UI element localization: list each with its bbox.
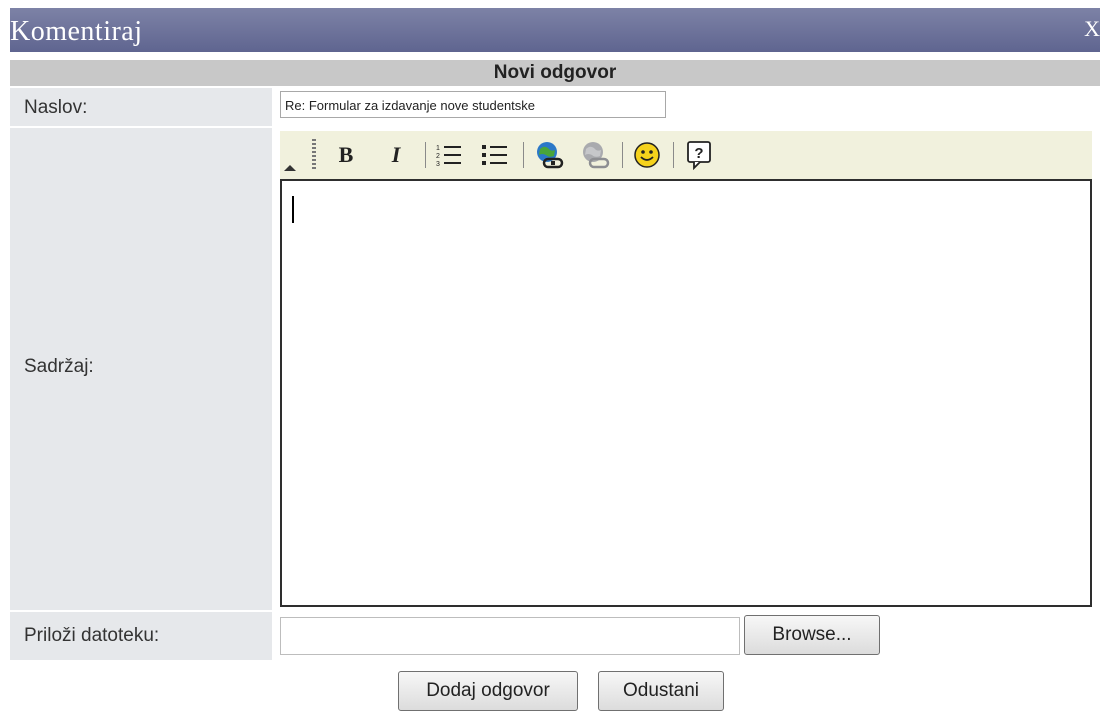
insert-link-icon bbox=[537, 142, 564, 169]
insert-link-button[interactable] bbox=[532, 140, 566, 170]
close-button[interactable]: X bbox=[1084, 16, 1100, 42]
svg-text:1: 1 bbox=[436, 145, 440, 152]
svg-text:3: 3 bbox=[436, 161, 440, 168]
prilozi-label: Priloži datoteku: bbox=[24, 625, 160, 646]
naslov-input[interactable]: Re: Formular za izdavanje nove studentsk… bbox=[280, 91, 666, 118]
toolbar-separator bbox=[425, 142, 426, 168]
section-header: Novi odgovor bbox=[10, 60, 1100, 86]
svg-text:?: ? bbox=[694, 145, 703, 162]
toolbar-separator bbox=[622, 142, 623, 168]
content-editor[interactable] bbox=[280, 131, 1092, 607]
sadrzaj-label-cell: Sadržaj: bbox=[10, 128, 272, 610]
help-button[interactable]: ? bbox=[682, 140, 716, 170]
smiley-icon bbox=[634, 142, 660, 168]
bold-icon: B bbox=[338, 142, 354, 167]
toolbar-separator bbox=[523, 142, 524, 168]
cancel-button[interactable]: Odustani bbox=[598, 671, 724, 711]
naslov-label-cell: Naslov: bbox=[10, 88, 272, 126]
unordered-list-button[interactable] bbox=[478, 140, 512, 170]
help-icon: ? bbox=[687, 141, 711, 170]
toolbar-separator bbox=[673, 142, 674, 168]
svg-text:2: 2 bbox=[436, 153, 440, 160]
ordered-list-button[interactable]: 1 2 3 bbox=[432, 140, 466, 170]
naslov-label: Naslov: bbox=[24, 97, 88, 118]
italic-icon: I bbox=[391, 142, 401, 167]
toolbar-grip-icon bbox=[312, 139, 316, 171]
file-path-input[interactable] bbox=[280, 617, 740, 655]
remove-link-button[interactable] bbox=[578, 140, 612, 170]
text-caret bbox=[292, 196, 294, 223]
remove-link-icon bbox=[583, 142, 610, 169]
prilozi-label-cell: Priloži datoteku: bbox=[10, 612, 272, 660]
bold-button[interactable]: B bbox=[332, 140, 360, 170]
ordered-list-icon: 1 2 3 bbox=[436, 145, 461, 168]
italic-button[interactable]: I bbox=[382, 140, 410, 170]
editor-toolbar: B I 1 2 3 ? bbox=[280, 131, 1092, 181]
collapse-icon[interactable] bbox=[284, 165, 296, 171]
dialog-titlebar: Komentiraj X bbox=[10, 8, 1100, 52]
sadrzaj-label: Sadržaj: bbox=[24, 356, 94, 377]
browse-button[interactable]: Browse... bbox=[744, 615, 880, 655]
submit-reply-button[interactable]: Dodaj odgovor bbox=[398, 671, 578, 711]
smiley-button[interactable] bbox=[630, 140, 664, 170]
unordered-list-icon bbox=[482, 145, 507, 165]
dialog-title: Komentiraj bbox=[10, 16, 143, 47]
